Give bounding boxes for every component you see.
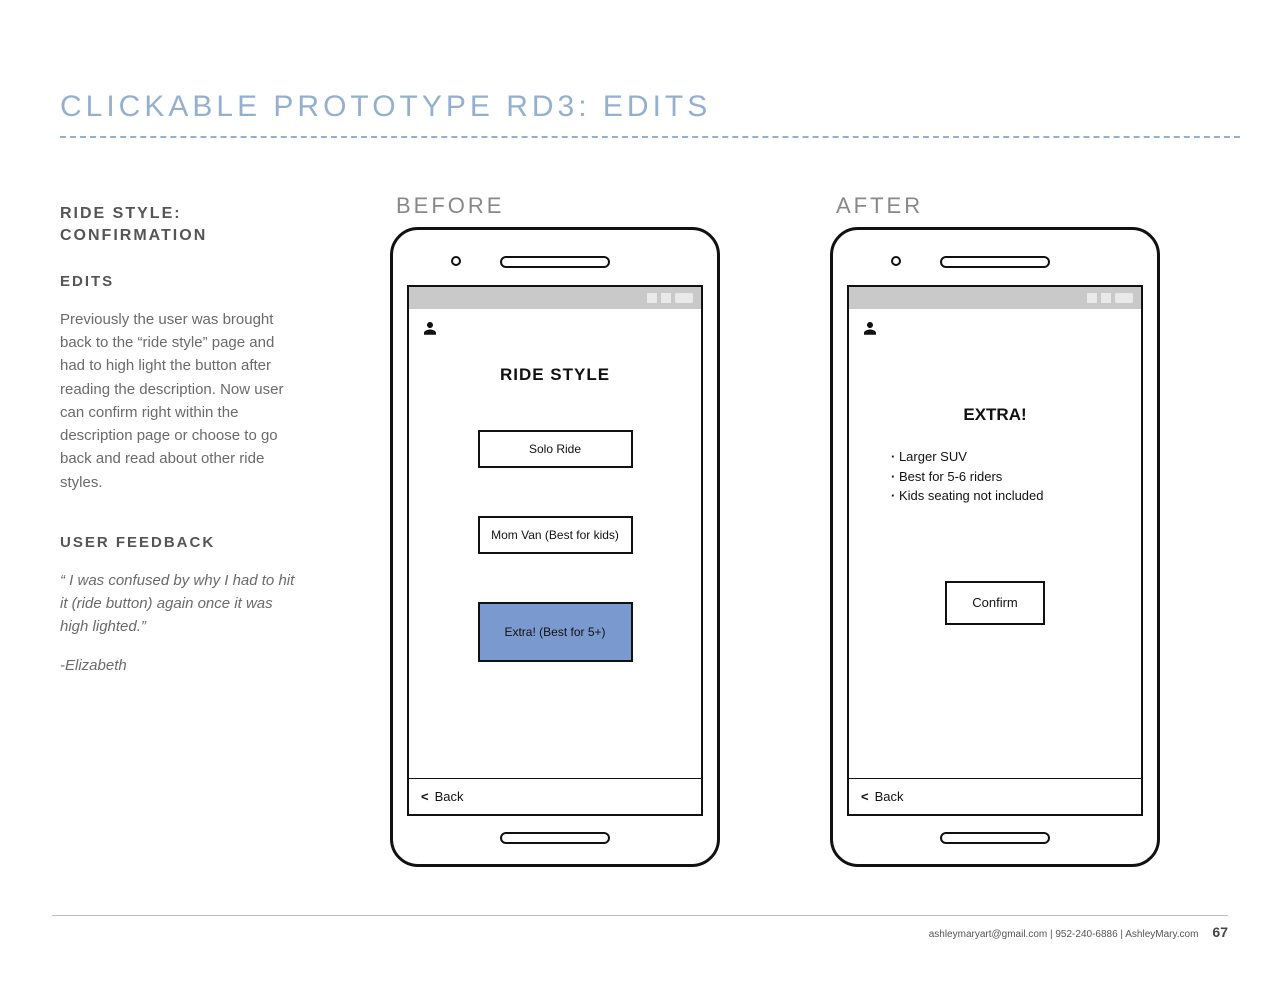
phone-frame-after: EXTRA! Larger SUV Best for 5-6 riders Ki…	[830, 227, 1160, 867]
confirm-button[interactable]: Confirm	[945, 581, 1045, 625]
phone-frame-before: RIDE STYLE Solo Ride Mom Van (Best for k…	[390, 227, 720, 867]
title-divider	[60, 136, 1240, 138]
earpiece-icon	[500, 256, 610, 268]
chevron-left-icon: <	[861, 789, 869, 804]
option-extra-button[interactable]: Extra! (Best for 5+)	[478, 602, 633, 662]
bullet-item: Best for 5-6 riders	[891, 467, 1044, 487]
option-solo-ride-button[interactable]: Solo Ride	[478, 430, 633, 468]
edits-label: EDITS	[60, 273, 350, 290]
option-label: Solo Ride	[529, 442, 581, 456]
app-bar	[849, 309, 1141, 347]
page-number: 67	[1212, 924, 1228, 940]
signal-icon	[1087, 293, 1097, 303]
wifi-icon	[1101, 293, 1111, 303]
user-icon	[421, 319, 439, 337]
before-column: BEFORE RIDE STYLE Solo Ride	[390, 193, 790, 867]
camera-dot-icon	[451, 256, 461, 266]
phone-screen-after: EXTRA! Larger SUV Best for 5-6 riders Ki…	[847, 285, 1143, 816]
bullet-list: Larger SUV Best for 5-6 riders Kids seat…	[849, 447, 1044, 506]
page-footer: ashleymaryart@gmail.com | 952-240-6886 |…	[52, 915, 1228, 940]
option-mom-van-button[interactable]: Mom Van (Best for kids)	[478, 516, 633, 554]
user-icon	[861, 319, 879, 337]
content-area: RIDE STYLE Solo Ride Mom Van (Best for k…	[409, 347, 701, 778]
screen-title: EXTRA!	[963, 405, 1026, 425]
option-label: Extra! (Best for 5+)	[504, 625, 605, 639]
signal-icon	[647, 293, 657, 303]
after-label: AFTER	[830, 193, 1230, 219]
camera-dot-icon	[891, 256, 901, 266]
chevron-left-icon: <	[421, 789, 429, 804]
back-label: Back	[435, 789, 464, 804]
before-label: BEFORE	[390, 193, 790, 219]
page-title: CLICKABLE PROTOTYPE RD3: EDITS	[60, 90, 1220, 134]
feedback-label: USER FEEDBACK	[60, 534, 350, 551]
home-pill-icon	[940, 832, 1050, 844]
section-subtitle: RIDE STYLE: CONFIRMATION	[60, 203, 350, 248]
back-button[interactable]: < Back	[849, 778, 1141, 814]
left-column: RIDE STYLE: CONFIRMATION EDITS Previousl…	[60, 193, 350, 674]
screen-title: RIDE STYLE	[500, 365, 610, 385]
footer-contact: ashleymaryart@gmail.com | 952-240-6886 |…	[929, 929, 1199, 940]
home-pill-icon	[500, 832, 610, 844]
status-bar	[849, 287, 1141, 309]
battery-icon	[675, 293, 693, 303]
earpiece-icon	[940, 256, 1050, 268]
bullet-item: Kids seating not included	[891, 486, 1044, 506]
battery-icon	[1115, 293, 1133, 303]
option-label: Mom Van (Best for kids)	[491, 528, 619, 542]
feedback-attribution: -Elizabeth	[60, 657, 350, 674]
confirm-label: Confirm	[972, 595, 1018, 610]
status-bar	[409, 287, 701, 309]
edits-body: Previously the user was brought back to …	[60, 308, 300, 494]
content-area: EXTRA! Larger SUV Best for 5-6 riders Ki…	[849, 347, 1141, 778]
wifi-icon	[661, 293, 671, 303]
after-column: AFTER EXTRA! Larger	[830, 193, 1230, 867]
back-button[interactable]: < Back	[409, 778, 701, 814]
feedback-quote: “ I was confused by why I had to hit it …	[60, 569, 300, 639]
app-bar	[409, 309, 701, 347]
phone-screen-before: RIDE STYLE Solo Ride Mom Van (Best for k…	[407, 285, 703, 816]
bullet-item: Larger SUV	[891, 447, 1044, 467]
back-label: Back	[875, 789, 904, 804]
